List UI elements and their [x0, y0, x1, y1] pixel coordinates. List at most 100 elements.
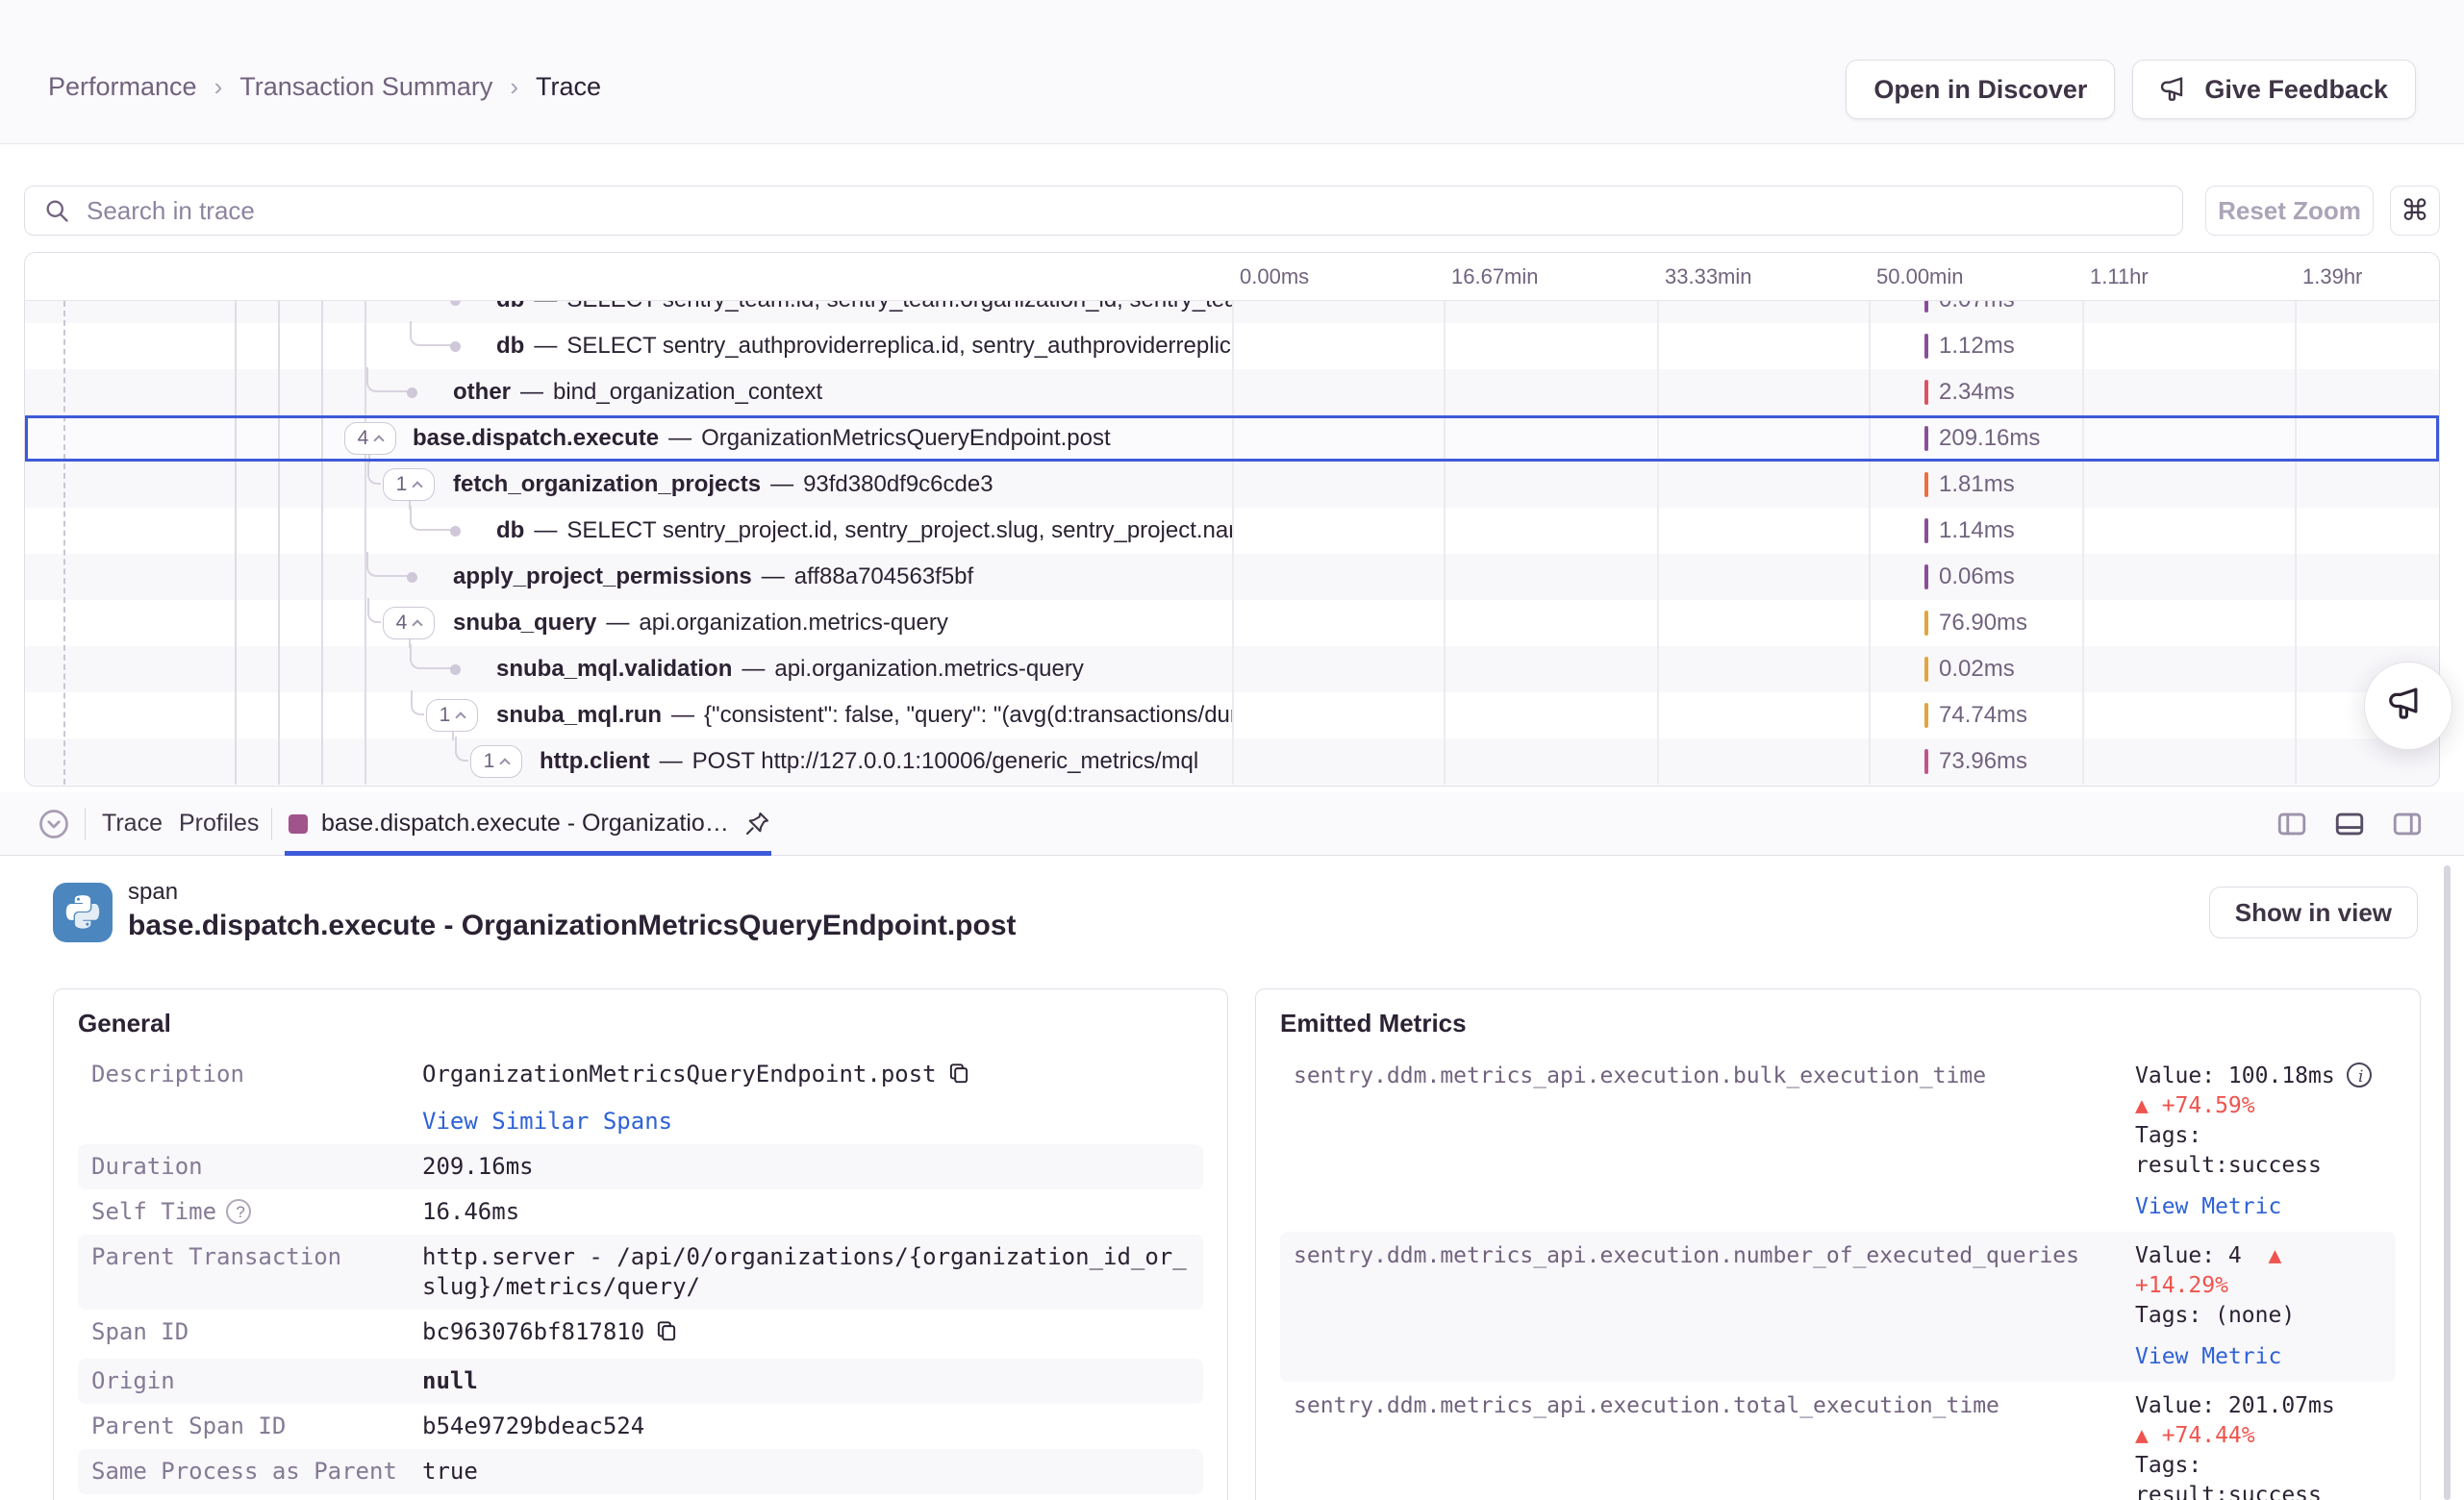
axis-tick: 50.00min: [1876, 264, 1964, 289]
span-bar: [1924, 564, 1928, 589]
span-row-apply-permissions[interactable]: apply_project_permissions—aff88a704563f5…: [25, 554, 2439, 600]
span-row-http-client[interactable]: 1 http.client—POST http://127.0.0.1:1000…: [25, 738, 2439, 785]
open-in-discover-button[interactable]: Open in Discover: [1846, 60, 2115, 119]
top-header: Performance › Transaction Summary › Trac…: [0, 0, 2464, 144]
span-bar: [1924, 518, 1928, 543]
axis-tick: 33.33min: [1665, 264, 1752, 289]
pin-tab-icon[interactable]: [742, 810, 771, 843]
span-row-snuba-query[interactable]: 4 snuba_query—api.organization.metrics-q…: [25, 600, 2439, 646]
span-row-base-dispatch-selected[interactable]: 4 base.dispatch.execute—OrganizationMetr…: [25, 415, 2439, 462]
metric-tags-label: Tags:: [2135, 1451, 2382, 1481]
collapse-drawer-icon[interactable]: [37, 807, 71, 846]
detail-scrollbar[interactable]: [2444, 865, 2451, 1500]
breadcrumb-performance[interactable]: Performance: [48, 72, 197, 102]
layout-left-panel-icon[interactable]: [2274, 808, 2310, 840]
span-row-db-authprovider[interactable]: db—SELECT sentry_authproviderreplica.id,…: [25, 323, 2439, 369]
help-icon[interactable]: [226, 1199, 251, 1224]
metric-value: Value: 100.18ms: [2135, 1063, 2335, 1088]
span-row-snuba-validation[interactable]: snuba_mql.validation—api.organization.me…: [25, 646, 2439, 692]
span-duration: 0.06ms: [1939, 554, 2015, 600]
span-bar: [1924, 301, 1928, 312]
metric-tags-value: result:success: [2135, 1151, 2382, 1181]
chevron-up-icon: [500, 758, 511, 768]
span-duration: 0.02ms: [1939, 646, 2015, 692]
emitted-metrics-section: Emitted Metrics sentry.ddm.metrics_api.e…: [1255, 988, 2421, 1500]
general-heading: General: [78, 1009, 1203, 1038]
breadcrumb-trace: Trace: [536, 72, 601, 102]
breadcrumb-transaction-summary[interactable]: Transaction Summary: [239, 72, 492, 102]
info-icon[interactable]: [2347, 1062, 2372, 1088]
view-similar-spans-link[interactable]: View Similar Spans: [422, 1107, 1190, 1137]
chevron-up-icon: [456, 712, 466, 722]
span-bar: [1924, 657, 1928, 682]
span-duration: 1.81ms: [1939, 462, 2015, 508]
span-duration: 1.12ms: [1939, 323, 2015, 369]
span-bar: [1924, 703, 1928, 728]
metric-value: Value: 4: [2135, 1243, 2242, 1268]
view-metric-link[interactable]: View Metric: [2135, 1192, 2382, 1222]
span-row-db-project[interactable]: db—SELECT sentry_project.id, sentry_proj…: [25, 508, 2439, 554]
collapse-badge[interactable]: 4: [383, 607, 435, 639]
give-feedback-button[interactable]: Give Feedback: [2132, 60, 2416, 119]
metric-delta: ▲ +74.44%: [2135, 1421, 2382, 1451]
reset-zoom-button[interactable]: Reset Zoom: [2205, 186, 2374, 236]
span-duration: 209.16ms: [1939, 415, 2040, 462]
breadcrumb: Performance › Transaction Summary › Trac…: [48, 72, 601, 102]
axis-tick: 1.39hr: [2302, 264, 2362, 289]
collapse-badge[interactable]: 1: [383, 468, 435, 501]
metric-tags-value: (none): [2215, 1303, 2295, 1328]
view-metric-link[interactable]: View Metric: [2135, 1342, 2382, 1372]
span-color-swatch: [289, 814, 308, 834]
general-row-self-time: Self Time 16.46ms: [78, 1189, 1203, 1235]
span-rows: db—SELECT sentry_team.id, sentry_team.or…: [25, 301, 2439, 785]
span-title: base.dispatch.execute - OrganizationMetr…: [128, 910, 1017, 942]
span-bar: [1924, 334, 1928, 359]
span-row-snuba-mql-run[interactable]: 1 snuba_mql.run—{"consistent": false, "q…: [25, 692, 2439, 738]
span-bar: [1924, 749, 1928, 774]
open-in-discover-label: Open in Discover: [1873, 75, 2087, 105]
general-row-duration: Duration 209.16ms: [78, 1144, 1203, 1189]
collapse-badge[interactable]: 1: [470, 745, 522, 778]
detail-tabs: Trace Profiles base.dispatch.execute - O…: [0, 792, 2464, 856]
chevron-up-icon: [413, 619, 423, 630]
tab-active-span[interactable]: base.dispatch.execute - Organizatio…: [321, 792, 729, 856]
megaphone-icon: [2388, 684, 2428, 729]
metric-tags-label: Tags:: [2135, 1121, 2382, 1151]
general-row-description: Description OrganizationMetricsQueryEndp…: [78, 1052, 1203, 1144]
span-bar: [1924, 611, 1928, 636]
collapse-badge[interactable]: 1: [426, 699, 478, 732]
span-row-fetch-projects[interactable]: 1 fetch_organization_projects—93fd380df9…: [25, 462, 2439, 508]
span-duration: 2.34ms: [1939, 369, 2015, 415]
tab-profiles[interactable]: Profiles: [179, 792, 259, 856]
span-bar: [1924, 426, 1928, 451]
layout-bottom-panel-icon[interactable]: [2331, 808, 2368, 840]
metric-tags-value: result:success: [2135, 1481, 2382, 1500]
copy-icon[interactable]: [946, 1061, 971, 1093]
show-in-view-button[interactable]: Show in view: [2209, 887, 2418, 938]
collapse-badge[interactable]: 4: [344, 422, 396, 455]
timeline-axis: 0.00ms 16.67min 33.33min 50.00min 1.11hr…: [25, 253, 2439, 301]
span-bar: [1924, 380, 1928, 405]
breadcrumb-separator: ›: [214, 72, 223, 102]
span-bar: [1924, 472, 1928, 497]
layout-right-panel-icon[interactable]: [2389, 808, 2426, 840]
search-bar: [24, 186, 2183, 236]
parent-transaction-link[interactable]: http.server - /api/0/organizations/{orga…: [422, 1242, 1190, 1302]
span-row-other-bind[interactable]: other—bind_organization_context 2.34ms: [25, 369, 2439, 415]
trace-waterfall-panel: 0.00ms 16.67min 33.33min 50.00min 1.11hr…: [24, 252, 2440, 787]
tab-trace[interactable]: Trace: [102, 792, 163, 856]
general-row-span-id: Span ID bc963076bf817810: [78, 1310, 1203, 1359]
span-duration: 76.90ms: [1939, 600, 2027, 646]
span-duration: 1.14ms: [1939, 508, 2015, 554]
python-icon: [53, 883, 113, 942]
search-input[interactable]: [24, 186, 2183, 236]
general-row-origin: Origin null: [78, 1359, 1203, 1404]
feedback-floating-button[interactable]: [2364, 662, 2452, 750]
axis-tick: 16.67min: [1451, 264, 1539, 289]
copy-icon[interactable]: [654, 1318, 679, 1351]
command-shortcut-button[interactable]: ⌘: [2390, 186, 2440, 236]
metric-row-bulk-execution-time: sentry.ddm.metrics_api.execution.bulk_ex…: [1280, 1052, 2396, 1232]
general-section: General Description OrganizationMetricsQ…: [53, 988, 1228, 1500]
span-row-db-team[interactable]: db—SELECT sentry_team.id, sentry_team.or…: [25, 301, 2439, 323]
general-row-parent-transaction: Parent Transaction http.server - /api/0/…: [78, 1235, 1203, 1310]
